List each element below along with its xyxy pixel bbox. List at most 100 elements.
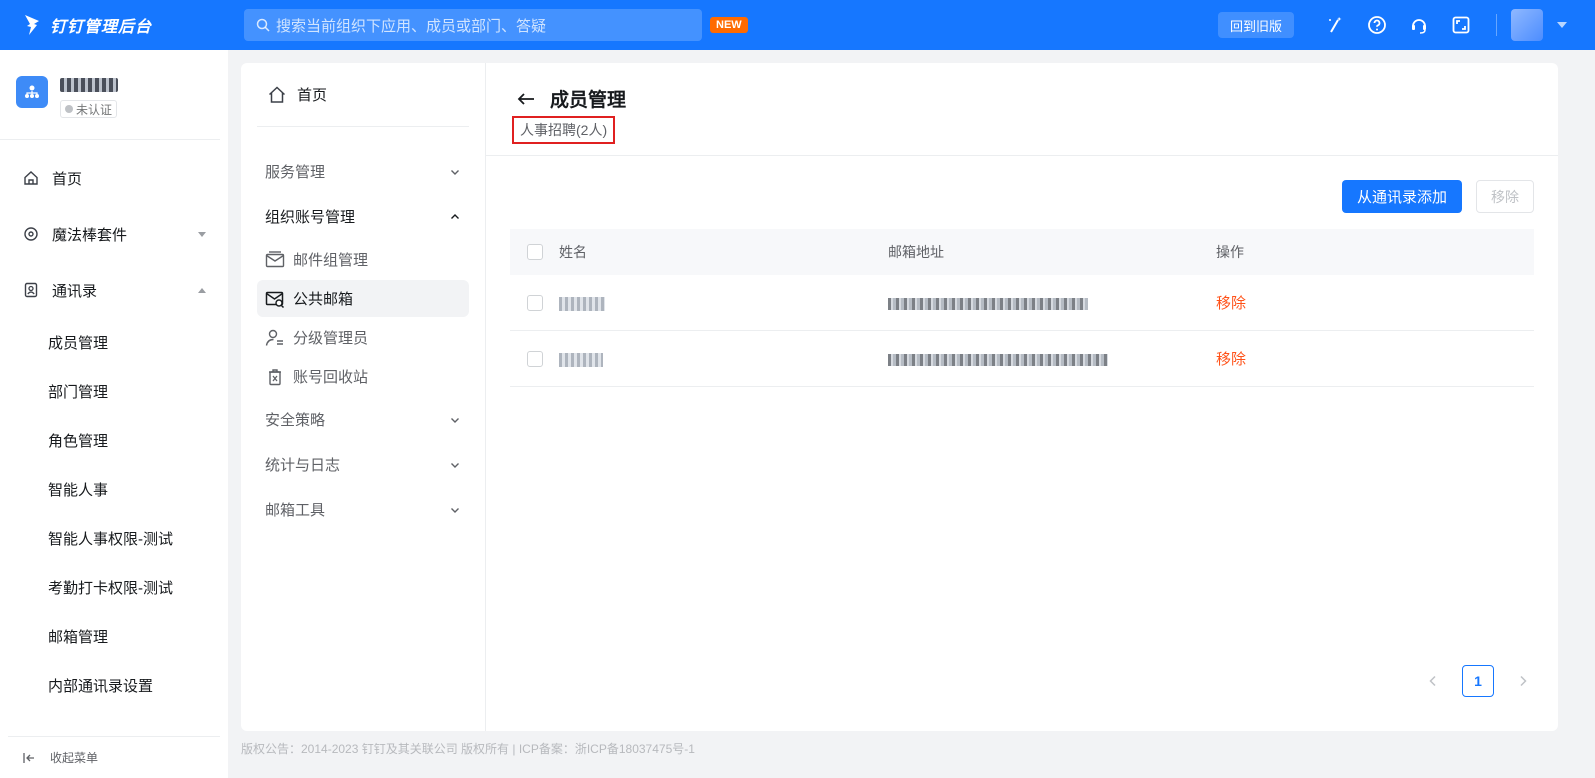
magic-wand-icon[interactable] [1323, 13, 1347, 37]
select-all-checkbox[interactable] [527, 244, 543, 260]
table-header: 姓名 邮箱地址 操作 [510, 229, 1534, 275]
sidebar-subitem-smart-hr-permission[interactable]: 智能人事权限-测试 [0, 514, 228, 563]
mail-group-icon [265, 250, 285, 267]
chevron-up-icon [451, 213, 459, 219]
mail-group-name-label: 人事招聘(2人) [512, 116, 616, 144]
top-bar: 钉钉管理后台 搜索当前组织下应用、成员或部门、答疑 NEW 回到旧版 [0, 0, 1595, 50]
member-management-panel: 成员管理 人事招聘(2人) 从通讯录添加 移除 姓名 邮箱地址 操作 移除 移除… [486, 63, 1558, 731]
brand[interactable]: 钉钉管理后台 [0, 13, 244, 37]
dingtalk-logo-icon [25, 15, 39, 35]
home-icon [268, 85, 286, 103]
nav-group-label: 组织账号管理 [265, 209, 356, 226]
table-row: 移除 [510, 331, 1534, 387]
member-table: 姓名 邮箱地址 操作 移除 移除 [510, 229, 1534, 387]
collapse-arrow-icon [198, 287, 206, 293]
brand-title: 钉钉管理后台 [50, 19, 153, 36]
next-page-icon[interactable] [1516, 674, 1530, 688]
org-logo-icon [16, 76, 48, 108]
new-badge: NEW [710, 17, 748, 33]
org-switcher[interactable]: 未认证 [0, 50, 220, 140]
sidebar-subitem-smart-hr[interactable]: 智能人事 [0, 465, 228, 514]
member-email-redacted [888, 297, 1088, 310]
nav-subitem-mail-group[interactable]: 邮件组管理 [257, 241, 469, 278]
sidebar-subitem-attendance-permission[interactable]: 考勤打卡权限-测试 [0, 563, 228, 612]
user-avatar[interactable] [1511, 9, 1543, 41]
search-icon [256, 18, 270, 32]
contacts-icon [22, 281, 40, 299]
remove-member-link[interactable]: 移除 [1216, 295, 1246, 312]
mailbox-nav-home-label: 首页 [297, 87, 328, 104]
nav-subitem-public-mailbox[interactable]: 公共邮箱 [257, 280, 469, 317]
collapse-menu-button[interactable]: 收起菜单 [8, 736, 220, 778]
row-checkbox[interactable] [527, 294, 543, 311]
nav-group-security-policy[interactable]: 安全策略 [257, 397, 469, 442]
mailbox-nav-home[interactable]: 首页 [257, 63, 469, 127]
search-placeholder: 搜索当前组织下应用、成员或部门、答疑 [276, 17, 547, 35]
table-row: 移除 [510, 275, 1534, 331]
org-name-redacted [60, 78, 118, 92]
nav-group-mailbox-tools[interactable]: 邮箱工具 [257, 487, 469, 532]
member-name-redacted [559, 352, 603, 367]
org-cert-badge: 未认证 [60, 100, 118, 118]
nav-group-stats-and-logs[interactable]: 统计与日志 [257, 442, 469, 487]
nav-subitem-label: 公共邮箱 [293, 291, 354, 308]
admin-user-icon [265, 329, 283, 346]
main-card: 首页 服务管理 组织账号管理 邮件组管理 公共邮箱 分级管理员 账号回收站 安全 [241, 63, 1558, 731]
nav-subitem-sub-admin[interactable]: 分级管理员 [257, 319, 469, 356]
chevron-down-icon [451, 507, 459, 513]
member-name-redacted [559, 296, 605, 311]
column-header-name: 姓名 [559, 244, 587, 260]
member-email-redacted [888, 353, 1108, 366]
copyright-footer: 版权公告：2014-2023 钉钉及其关联公司 版权所有 | ICP备案：浙IC… [241, 742, 695, 756]
user-menu-caret-icon[interactable] [1557, 22, 1567, 28]
sidebar-subitem-roles[interactable]: 角色管理 [0, 416, 228, 465]
nav-subitem-label: 邮件组管理 [293, 252, 369, 269]
back-arrow-icon[interactable] [516, 91, 536, 107]
page-number-current[interactable]: 1 [1462, 665, 1494, 697]
target-icon [22, 225, 40, 243]
row-checkbox[interactable] [527, 350, 543, 367]
trash-icon [269, 368, 281, 385]
topbar-divider [1496, 14, 1497, 36]
sidebar-item-home[interactable]: 首页 [0, 150, 228, 206]
sidebar-subitem-departments[interactable]: 部门管理 [0, 367, 228, 416]
nav-subitem-label: 分级管理员 [293, 330, 369, 347]
org-cert-label: 未认证 [76, 102, 113, 117]
help-icon[interactable] [1365, 13, 1389, 37]
fullscreen-icon[interactable] [1449, 13, 1473, 37]
add-from-contacts-button[interactable]: 从通讯录添加 [1341, 180, 1462, 213]
nav-group-org-account-management[interactable]: 组织账号管理 [257, 194, 469, 239]
sidebar-subitem-mailbox[interactable]: 邮箱管理 [0, 612, 228, 661]
nav-group-label: 邮箱工具 [265, 502, 326, 519]
column-header-email: 邮箱地址 [888, 244, 944, 260]
sidebar-subitem-members[interactable]: 成员管理 [0, 318, 228, 367]
global-search-input[interactable]: 搜索当前组织下应用、成员或部门、答疑 [244, 9, 702, 41]
nav-group-service-management[interactable]: 服务管理 [257, 149, 469, 194]
customer-service-icon[interactable] [1407, 13, 1431, 37]
content-header: 成员管理 人事招聘(2人) [486, 63, 1558, 156]
old-version-button[interactable]: 回到旧版 [1217, 12, 1294, 38]
mailbox-nav: 首页 服务管理 组织账号管理 邮件组管理 公共邮箱 分级管理员 账号回收站 安全 [241, 63, 486, 731]
nav-group-label: 安全策略 [265, 412, 326, 429]
public-mailbox-icon [265, 291, 285, 308]
sidebar-item-label: 通讯录 [52, 282, 98, 300]
remove-selected-button[interactable]: 移除 [1476, 180, 1534, 213]
collapse-menu-icon [23, 752, 34, 763]
collapse-menu-label: 收起菜单 [50, 751, 99, 765]
remove-member-link[interactable]: 移除 [1216, 351, 1246, 368]
chevron-down-icon [451, 462, 459, 468]
nav-group-label: 服务管理 [265, 164, 326, 181]
sidebar-item-magic-wand[interactable]: 魔法棒套件 [0, 206, 228, 262]
chevron-down-icon [451, 169, 459, 175]
sidebar-item-label: 首页 [52, 170, 83, 188]
home-icon [22, 169, 40, 187]
expand-arrow-icon [198, 231, 206, 237]
cert-status-dot-icon [65, 105, 73, 113]
sidebar-subitem-internal-contacts-settings[interactable]: 内部通讯录设置 [0, 661, 228, 710]
page-title: 成员管理 [550, 90, 627, 111]
prev-page-icon[interactable] [1426, 674, 1440, 688]
left-sidebar: 未认证 首页 魔法棒套件 通讯录 成员管理 部门管理 角色管理 智能人事 智能人… [0, 50, 228, 778]
sidebar-subitem-label: 内部通讯录设置 [48, 678, 154, 695]
sidebar-item-contacts[interactable]: 通讯录 [0, 262, 228, 318]
nav-subitem-account-recycle-bin[interactable]: 账号回收站 [257, 358, 469, 395]
